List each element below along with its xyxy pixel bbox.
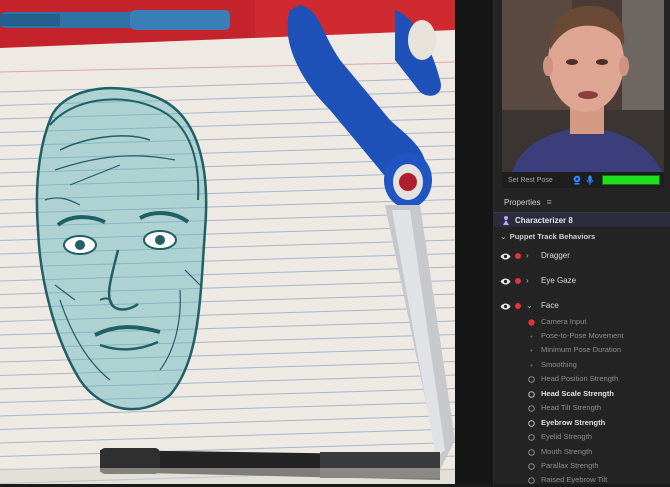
keyframe-ring-icon[interactable] [528,405,535,412]
dot-icon [530,335,533,338]
puppet-icon [503,216,509,225]
param-label: Camera Input [541,317,587,326]
chevron-right-icon[interactable]: › [526,251,529,260]
behavior-label: Dragger [541,251,570,260]
record-arm-icon[interactable] [515,253,521,259]
param-eyelid-strength[interactable]: Eyelid Strength [494,432,670,444]
param-smoothing[interactable]: Smoothing [494,360,670,372]
param-label: Mouth Strength [541,447,593,456]
param-label: Minimum Pose Duration [541,345,622,354]
record-arm-icon[interactable] [528,319,535,326]
behavior-row-dragger[interactable]: › Dragger [494,249,670,263]
param-parallax-strength[interactable]: Parallax Strength [494,461,670,473]
param-label: Parallax Strength [541,461,599,470]
webcam-icon[interactable] [572,175,582,185]
scene-panel-divider [455,0,494,484]
param-raised-eyebrow-tilt[interactable]: Raised Eyebrow Tilt [494,475,670,487]
param-label: Raised Eyebrow Tilt [541,475,608,484]
param-label: Head Scale Strength [541,389,614,398]
param-head-tilt-strength[interactable]: Head Tilt Strength [494,403,670,415]
keyframe-ring-icon[interactable] [528,463,535,470]
param-mouth-strength[interactable]: Mouth Strength [494,447,670,459]
webcam-preview [502,0,664,174]
param-label: Head Position Strength [541,374,619,383]
keyframe-ring-icon[interactable] [528,420,535,427]
param-pose-to-pose-movement[interactable]: Pose-to-Pose Movement [494,331,670,343]
keyframe-ring-icon[interactable] [528,449,535,456]
panel-menu-icon[interactable]: ≡ [546,197,551,207]
keyframe-ring-icon[interactable] [528,391,535,398]
behavior-row-face[interactable]: ⌄ Face [494,299,670,313]
puppet-name: Characterizer 8 [515,215,573,225]
right-panel: Set Rest Pose Properties ≡ Characterizer… [494,0,670,484]
scene-artwork [0,0,455,484]
param-minimum-pose-duration[interactable]: Minimum Pose Duration [494,345,670,357]
param-eyebrow-strength[interactable]: Eyebrow Strength [494,418,670,430]
param-label: Eyelid Strength [541,432,592,441]
param-label: Head Tilt Strength [541,403,602,412]
webcam-image [502,0,664,172]
param-camera-input[interactable]: Camera Input [494,317,670,329]
behavior-label: Eye Gaze [541,276,577,285]
behavior-row-eye-gaze[interactable]: › Eye Gaze [494,274,670,288]
eye-visibility-icon[interactable] [500,253,511,260]
param-head-position-strength[interactable]: Head Position Strength [494,374,670,386]
properties-title: Properties [504,197,541,207]
section-label: Puppet Track Behaviors [509,231,596,241]
keyframe-ring-icon[interactable] [528,477,535,484]
keyframe-ring-icon[interactable] [528,434,535,441]
dot-icon [530,364,533,367]
properties-panel-header: Properties ≡ [494,192,670,213]
chevron-down-icon[interactable]: ⌄ [526,301,533,310]
chevron-right-icon[interactable]: › [526,276,529,285]
param-label: Pose-to-Pose Movement [541,331,624,340]
record-arm-icon[interactable] [515,278,521,284]
eye-visibility-icon[interactable] [500,278,511,285]
eye-visibility-icon[interactable] [500,303,511,310]
param-label: Smoothing [541,360,577,369]
microphone-icon[interactable] [585,175,595,185]
dot-icon [530,349,533,352]
chevron-down-icon[interactable]: ⌄ [500,232,507,241]
puppet-track-behaviors-section[interactable]: ⌄ Puppet Track Behaviors [494,229,670,243]
set-rest-pose-button[interactable]: Set Rest Pose [508,177,572,184]
keyframe-ring-icon[interactable] [528,376,535,383]
puppet-row[interactable]: Characterizer 8 [494,213,670,227]
behavior-label: Face [541,301,559,310]
param-label: Eyebrow Strength [541,418,606,427]
scene-canvas[interactable] [0,0,455,484]
param-head-scale-strength[interactable]: Head Scale Strength [494,389,670,401]
camera-controls: Set Rest Pose [502,172,664,188]
record-arm-icon[interactable] [515,303,521,309]
audio-level-meter [602,175,660,185]
